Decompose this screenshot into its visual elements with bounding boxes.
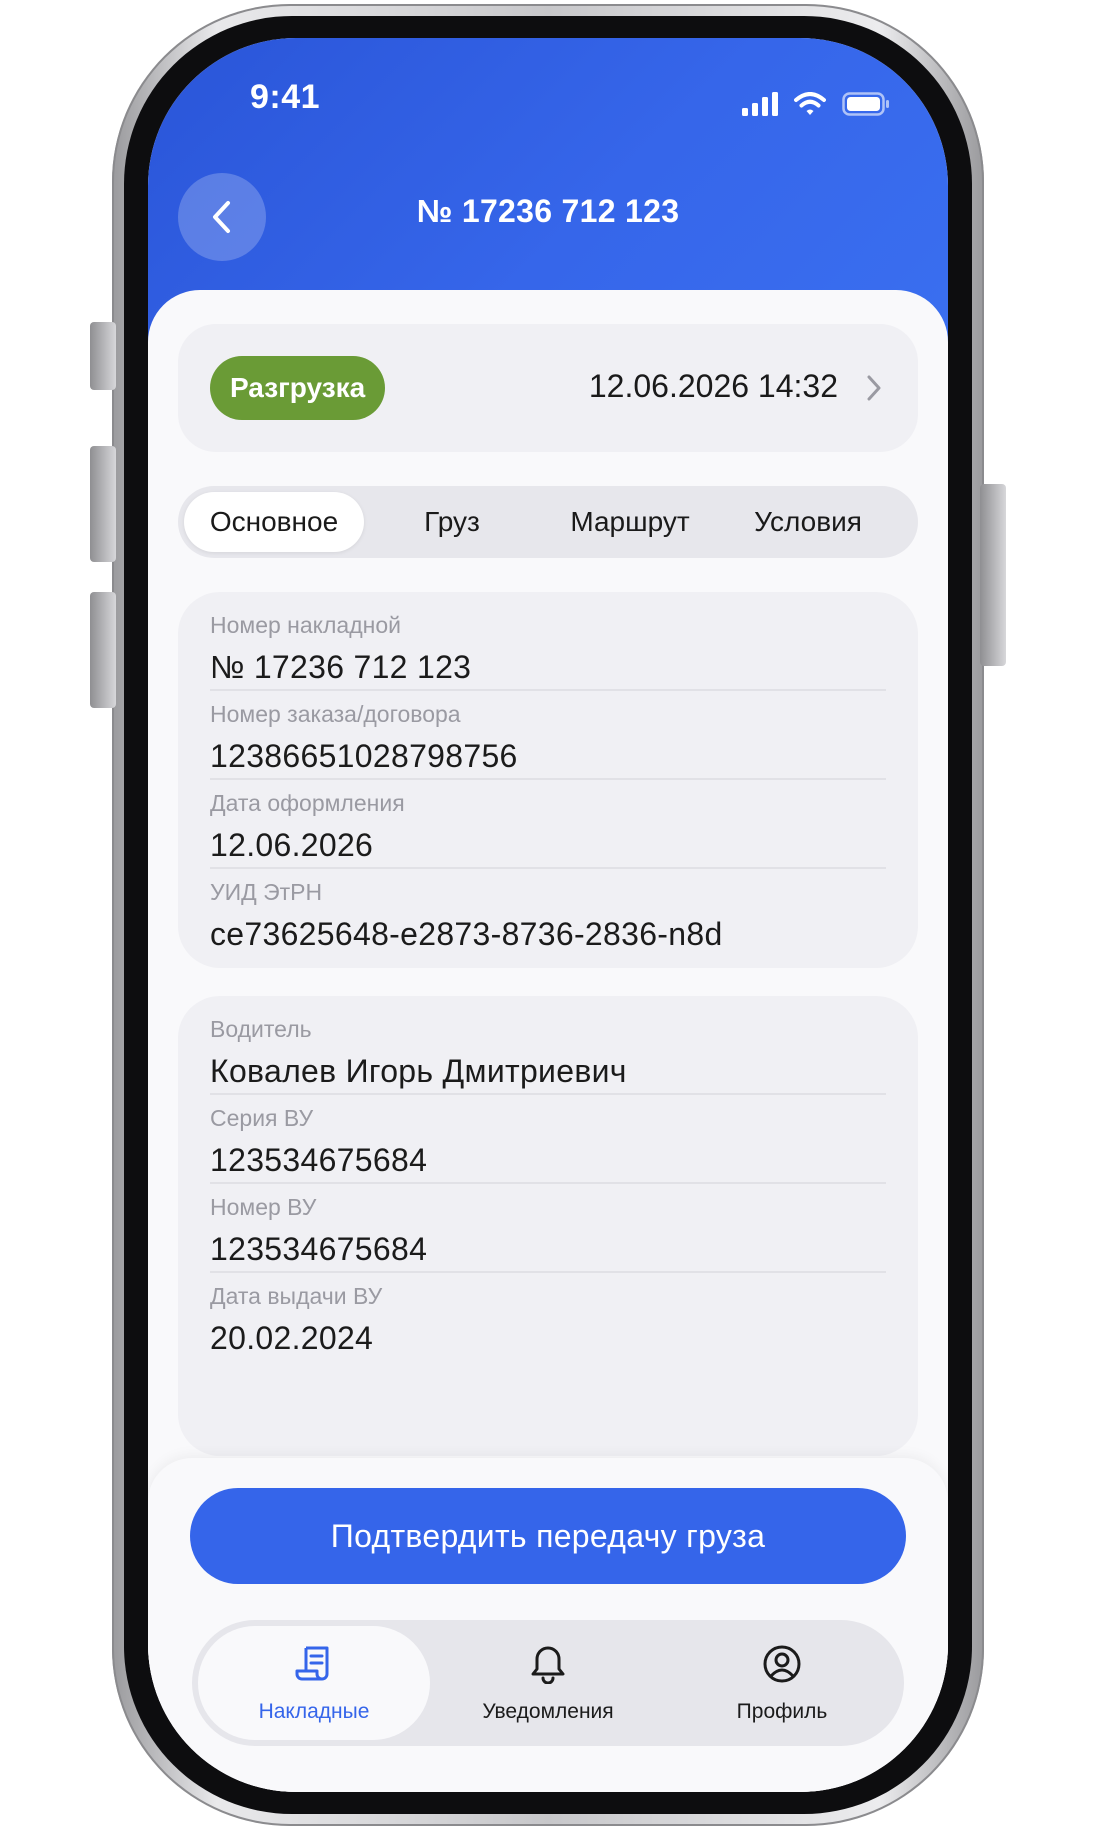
field-license-series: Серия ВУ 123534675684 [210,1105,886,1179]
battery-icon [842,92,889,116]
volume-down-button [90,592,116,708]
field-value: 123534675684 [210,1142,428,1178]
divider [210,867,886,869]
field-label: Водитель [210,1016,312,1042]
field-waybill-number: Номер накладной № 17236 712 123 [210,612,886,686]
field-label: Дата оформления [210,790,405,816]
field-value: № 17236 712 123 [210,649,472,685]
divider [210,689,886,691]
field-value: 12.06.2026 [210,827,374,863]
field-license-issue-date: Дата выдачи ВУ 20.02.2024 [210,1283,886,1357]
status-badge: Разгрузка [210,356,386,420]
tab-conditions[interactable]: Условия [718,492,898,552]
bottom-panel: Подтвердить передачу груза Накладные Уве… [148,1458,948,1792]
field-license-number: Номер ВУ 123534675684 [210,1194,886,1268]
confirm-transfer-button[interactable]: Подтвердить передачу груза [190,1488,906,1584]
status-time: 9:41 [250,78,321,116]
field-value: 20.02.2024 [210,1320,374,1356]
screen: 9:41 № 17236 712 123 Разгрузка 12.06.202… [148,38,948,1792]
tab-route[interactable]: Маршрут [540,492,720,552]
tab-cargo[interactable]: Груз [362,492,542,552]
status-datetime: 12.06.2026 14:32 [588,368,838,404]
bell-icon [531,1646,565,1684]
field-uid: УИД ЭтРН ce73625648-e2873-8736-2836-n8d [210,879,886,953]
waybill-icon [295,1646,329,1681]
wifi-icon [794,92,826,115]
driver-info-card: Водитель Ковалев Игорь Дмитриевич Серия … [178,996,918,1456]
field-order-number: Номер заказа/договора 12386651028798756 [210,701,886,775]
field-issue-date: Дата оформления 12.06.2026 [210,790,886,864]
field-value: 123534675684 [210,1231,428,1267]
tab-main[interactable]: Основное [184,492,364,552]
tab-bar: Основное Груз Маршрут Условия [178,486,918,558]
field-value: ce73625648-e2873-8736-2836-n8d [210,916,723,952]
field-value: 12386651028798756 [210,738,518,774]
profile-icon [763,1645,801,1683]
document-info-card: Номер накладной № 17236 712 123 Номер за… [178,592,918,968]
nav-label-profile: Профиль [736,1700,828,1723]
nav-item-profile[interactable]: Профиль [666,1626,898,1740]
field-label: Номер ВУ [210,1194,317,1220]
field-label: УИД ЭтРН [210,879,323,905]
nav-item-notifications[interactable]: Уведомления [432,1626,664,1740]
volume-up-button [90,446,116,562]
field-driver: Водитель Ковалев Игорь Дмитриевич [210,1016,886,1090]
divider [210,1093,886,1095]
power-button [980,484,1006,666]
status-card[interactable]: Разгрузка 12.06.2026 14:32 [178,324,918,452]
bottom-nav: Накладные Уведомления Профиль [192,1620,904,1746]
cellular-signal-icon [742,92,778,116]
page-title: № 17236 712 123 [416,193,680,229]
field-label: Дата выдачи ВУ [210,1283,383,1309]
nav-label-notifications: Уведомления [482,1700,614,1723]
mute-switch [90,322,116,390]
divider [210,778,886,780]
chevron-right-icon [867,375,881,401]
field-label: Номер заказа/договора [210,701,461,727]
nav-item-waybills[interactable]: Накладные [198,1626,430,1740]
field-value: Ковалев Игорь Дмитриевич [210,1053,627,1089]
nav-label-waybills: Накладные [258,1700,370,1723]
field-label: Серия ВУ [210,1105,314,1131]
field-label: Номер накладной [210,612,401,638]
divider [210,1271,886,1273]
status-icons [742,82,890,116]
divider [210,1182,886,1184]
